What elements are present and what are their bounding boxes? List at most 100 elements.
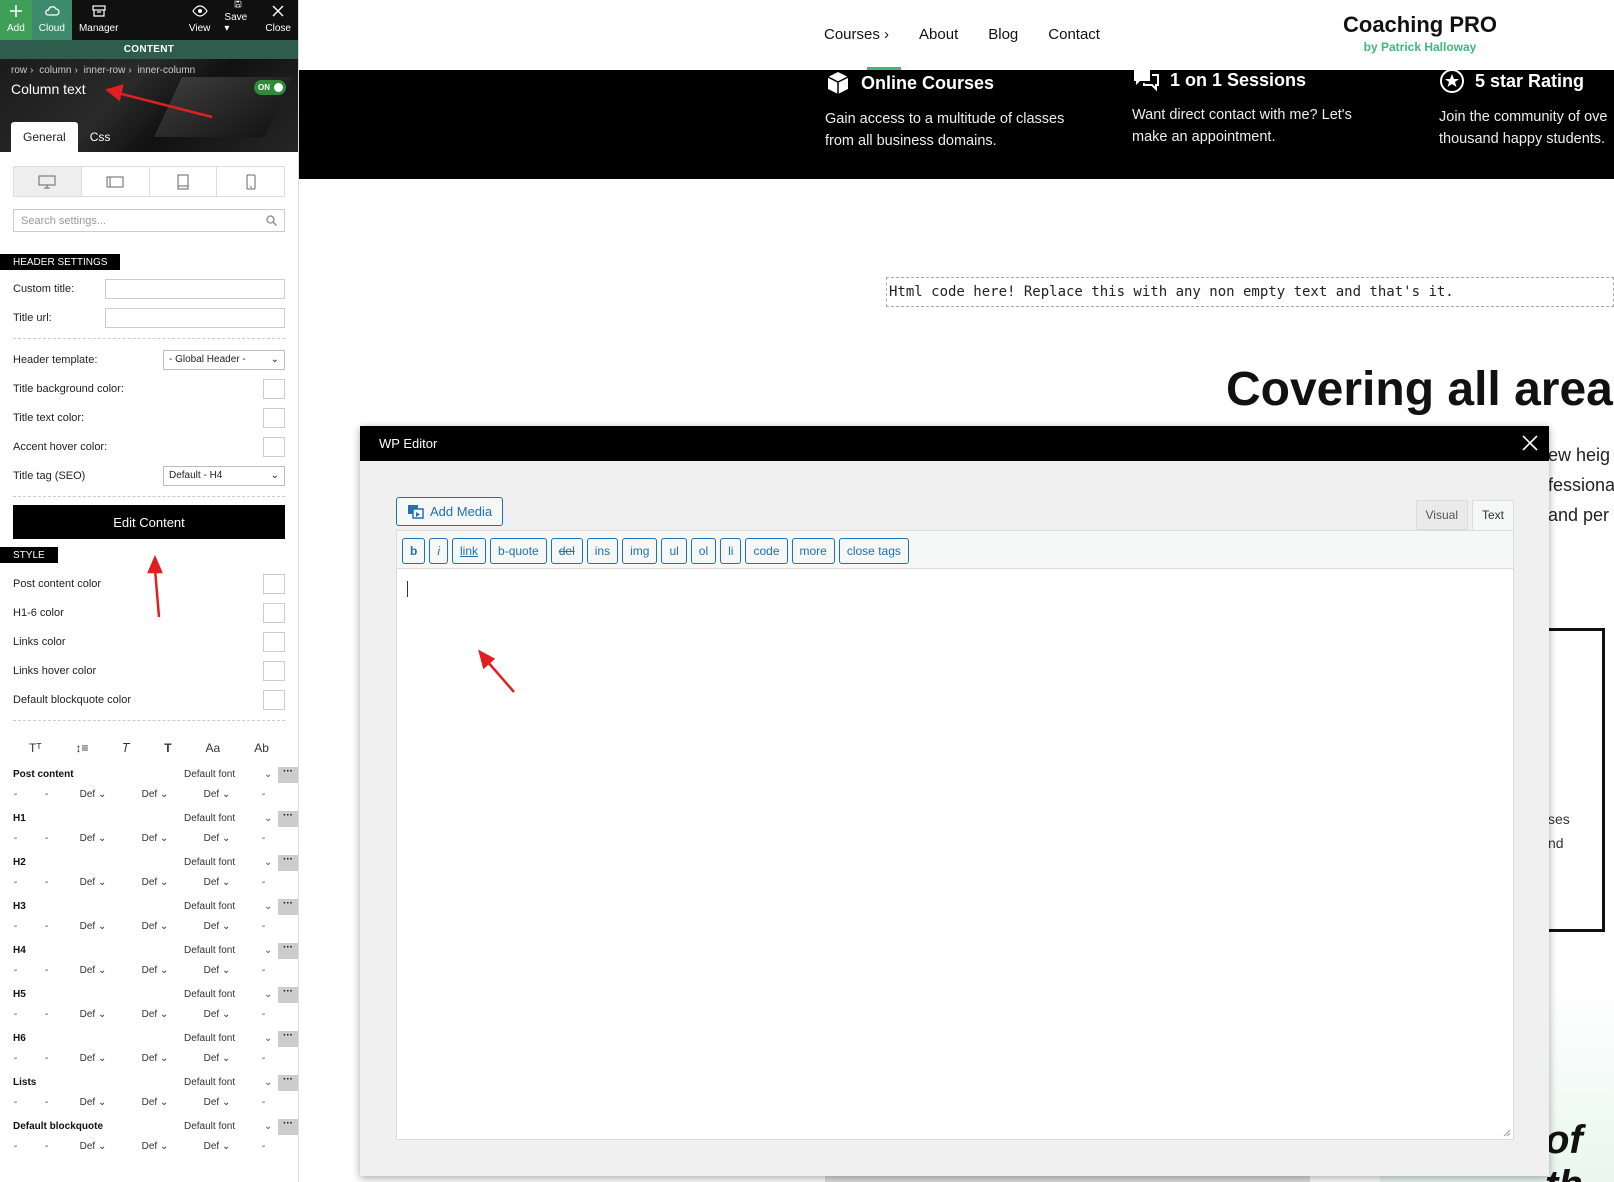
font-family-select[interactable]: Default font xyxy=(184,901,264,912)
font-weight-select[interactable]: Def ⌄ xyxy=(124,1053,186,1064)
view-button[interactable]: View xyxy=(182,0,218,40)
font-weight-select[interactable]: Def ⌄ xyxy=(124,877,186,888)
letter-spacing-value[interactable]: - xyxy=(248,921,279,932)
quicktag-img-button[interactable]: img xyxy=(622,537,658,564)
font-family-select[interactable]: Default font xyxy=(184,1077,264,1088)
text-transform-select[interactable]: Def ⌄ xyxy=(186,921,248,932)
quicktag-bold-button[interactable]: b xyxy=(402,537,426,564)
font-family-select[interactable]: Default font xyxy=(184,1033,264,1044)
more-options-icon[interactable]: ··· xyxy=(278,898,298,915)
more-options-icon[interactable]: ··· xyxy=(278,942,298,959)
more-options-icon[interactable]: ··· xyxy=(278,1118,298,1135)
line-height-value[interactable]: - xyxy=(31,965,62,976)
line-height-value[interactable]: - xyxy=(31,1097,62,1108)
text-transform-select[interactable]: Def ⌄ xyxy=(186,965,248,976)
element-toggle[interactable]: ON xyxy=(254,80,286,95)
cloud-button[interactable]: Cloud xyxy=(31,0,72,40)
font-size-value[interactable]: - xyxy=(0,877,31,888)
letter-spacing-value[interactable]: - xyxy=(248,1097,279,1108)
font-family-select[interactable]: Default font xyxy=(184,857,264,868)
line-height-value[interactable]: - xyxy=(31,1009,62,1020)
breadcrumb-item[interactable]: row xyxy=(11,65,27,76)
letter-spacing-value[interactable]: - xyxy=(248,789,279,800)
html-placeholder-block[interactable]: Html code here! Replace this with any no… xyxy=(886,277,1614,307)
color-swatch[interactable] xyxy=(263,660,285,681)
line-height-value[interactable]: - xyxy=(31,1141,62,1152)
line-height-value[interactable]: - xyxy=(31,1053,62,1064)
font-style-select[interactable]: Def ⌄ xyxy=(62,877,124,888)
title-bg-color-swatch[interactable] xyxy=(263,378,285,399)
more-options-icon[interactable]: ··· xyxy=(278,986,298,1003)
breadcrumb-item[interactable]: inner-column xyxy=(137,65,195,76)
color-swatch[interactable] xyxy=(263,631,285,652)
font-size-value[interactable]: - xyxy=(0,789,31,800)
quicktag-italic-button[interactable]: i xyxy=(429,537,449,564)
font-size-value[interactable]: - xyxy=(0,965,31,976)
font-size-value[interactable]: - xyxy=(0,921,31,932)
letter-spacing-value[interactable]: - xyxy=(248,1009,279,1020)
accent-hover-color-swatch[interactable] xyxy=(263,436,285,457)
letter-spacing-value[interactable]: - xyxy=(248,1053,279,1064)
title-text-color-swatch[interactable] xyxy=(263,407,285,428)
color-swatch[interactable] xyxy=(263,573,285,594)
close-icon[interactable] xyxy=(1521,434,1539,452)
save-button[interactable]: Save ▾ xyxy=(217,0,258,40)
color-swatch[interactable] xyxy=(263,689,285,710)
font-family-select[interactable]: Default font xyxy=(184,1121,264,1132)
font-size-value[interactable]: - xyxy=(0,1053,31,1064)
tablet-device-button[interactable] xyxy=(150,167,218,196)
nav-item-courses[interactable]: Courses › xyxy=(824,26,889,43)
quicktag-more-button[interactable]: more xyxy=(791,537,835,564)
title-tag-select[interactable]: Default - H4 ⌄ xyxy=(163,465,285,486)
font-style-select[interactable]: Def ⌄ xyxy=(62,789,124,800)
font-weight-select[interactable]: Def ⌄ xyxy=(124,1097,186,1108)
add-media-button[interactable]: Add Media xyxy=(396,497,504,526)
font-style-select[interactable]: Def ⌄ xyxy=(62,1141,124,1152)
text-transform-select[interactable]: Def ⌄ xyxy=(186,877,248,888)
tab-css[interactable]: Css xyxy=(78,122,123,152)
text-transform-select[interactable]: Def ⌄ xyxy=(186,789,248,800)
font-size-value[interactable]: - xyxy=(0,1141,31,1152)
font-style-select[interactable]: Def ⌄ xyxy=(62,833,124,844)
site-logo[interactable]: Coaching PRO by Patrick Halloway xyxy=(1343,12,1497,54)
breadcrumb-item[interactable]: column xyxy=(39,65,71,76)
title-url-input[interactable] xyxy=(105,307,285,328)
font-style-select[interactable]: Def ⌄ xyxy=(62,921,124,932)
desktop-device-button[interactable] xyxy=(14,167,82,196)
font-size-value[interactable]: - xyxy=(0,1009,31,1020)
edit-content-button[interactable]: Edit Content xyxy=(13,505,285,539)
line-height-value[interactable]: - xyxy=(31,921,62,932)
quicktag-li-button[interactable]: li xyxy=(720,537,742,564)
font-family-select[interactable]: Default font xyxy=(184,769,264,780)
more-options-icon[interactable]: ··· xyxy=(278,1030,298,1047)
text-transform-select[interactable]: Def ⌄ xyxy=(186,1141,248,1152)
font-style-select[interactable]: Def ⌄ xyxy=(62,1097,124,1108)
font-family-select[interactable]: Default font xyxy=(184,813,264,824)
letter-spacing-value[interactable]: - xyxy=(248,1141,279,1152)
more-options-icon[interactable]: ··· xyxy=(278,1074,298,1091)
custom-title-input[interactable] xyxy=(105,278,285,299)
tablet-landscape-device-button[interactable] xyxy=(82,167,150,196)
font-size-value[interactable]: - xyxy=(0,833,31,844)
line-height-value[interactable]: - xyxy=(31,789,62,800)
settings-search-input[interactable]: Search settings... xyxy=(13,209,285,232)
add-button[interactable]: Add xyxy=(0,0,32,40)
font-weight-select[interactable]: Def ⌄ xyxy=(124,833,186,844)
font-weight-select[interactable]: Def ⌄ xyxy=(124,1009,186,1020)
font-style-select[interactable]: Def ⌄ xyxy=(62,1009,124,1020)
font-style-select[interactable]: Def ⌄ xyxy=(62,965,124,976)
nav-item-blog[interactable]: Blog xyxy=(988,26,1018,43)
quicktag-del-button[interactable]: del xyxy=(550,537,583,564)
quicktag-blockquote-button[interactable]: b-quote xyxy=(490,537,547,564)
text-transform-select[interactable]: Def ⌄ xyxy=(186,1053,248,1064)
text-transform-select[interactable]: Def ⌄ xyxy=(186,1009,248,1020)
letter-spacing-value[interactable]: - xyxy=(248,877,279,888)
close-button[interactable]: Close xyxy=(258,0,298,40)
text-transform-select[interactable]: Def ⌄ xyxy=(186,1097,248,1108)
tab-text[interactable]: Text xyxy=(1471,500,1514,530)
manager-button[interactable]: Manager xyxy=(72,0,125,40)
font-size-value[interactable]: - xyxy=(0,1097,31,1108)
letter-spacing-value[interactable]: - xyxy=(248,833,279,844)
quicktag-code-button[interactable]: code xyxy=(745,537,788,564)
font-weight-select[interactable]: Def ⌄ xyxy=(124,789,186,800)
